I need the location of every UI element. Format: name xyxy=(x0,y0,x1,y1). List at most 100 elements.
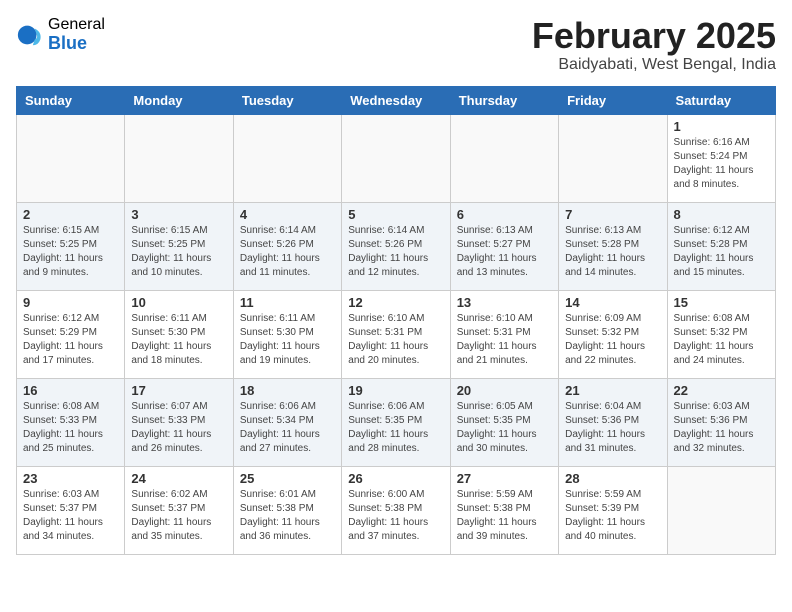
header: General Blue February 2025 Baidyabati, W… xyxy=(16,16,776,74)
day-info: Sunrise: 6:03 AM Sunset: 5:37 PM Dayligh… xyxy=(23,488,118,544)
calendar-cell: 12 Sunrise: 6:10 AM Sunset: 5:31 PM Dayli… xyxy=(342,290,450,378)
day-info: Sunrise: 6:12 AM Sunset: 5:28 PM Dayligh… xyxy=(674,224,769,280)
calendar-cell xyxy=(125,114,233,202)
day-info: Sunrise: 6:03 AM Sunset: 5:36 PM Dayligh… xyxy=(674,400,769,456)
day-number: 4 xyxy=(240,207,335,222)
calendar-cell: 1 Sunrise: 6:16 AM Sunset: 5:24 PM Daylig… xyxy=(667,114,775,202)
calendar-cell: 16 Sunrise: 6:08 AM Sunset: 5:33 PM Dayli… xyxy=(17,378,125,466)
day-info: Sunrise: 6:13 AM Sunset: 5:28 PM Dayligh… xyxy=(565,224,660,280)
day-number: 14 xyxy=(565,295,660,310)
calendar-cell: 5 Sunrise: 6:14 AM Sunset: 5:26 PM Daylig… xyxy=(342,202,450,290)
day-info: Sunrise: 6:15 AM Sunset: 5:25 PM Dayligh… xyxy=(23,224,118,280)
calendar-cell: 25 Sunrise: 6:01 AM Sunset: 5:38 PM Dayli… xyxy=(233,466,341,554)
day-info: Sunrise: 6:09 AM Sunset: 5:32 PM Dayligh… xyxy=(565,312,660,368)
day-number: 19 xyxy=(348,383,443,398)
calendar-cell: 24Sunrise: 6:02 AM Sunset: 5:37 PM Dayli… xyxy=(125,466,233,554)
logo-icon xyxy=(16,21,44,49)
day-info: Sunrise: 6:00 AM Sunset: 5:38 PM Dayligh… xyxy=(348,488,443,544)
day-number: 18 xyxy=(240,383,335,398)
day-info: Sunrise: 6:16 AM Sunset: 5:24 PM Dayligh… xyxy=(674,136,769,192)
col-header-monday: Monday xyxy=(125,86,233,114)
calendar-cell: 18 Sunrise: 6:06 AM Sunset: 5:34 PM Dayli… xyxy=(233,378,341,466)
day-info: Sunrise: 6:04 AM Sunset: 5:36 PM Dayligh… xyxy=(565,400,660,456)
calendar-cell: 3 Sunrise: 6:15 AM Sunset: 5:25 PM Daylig… xyxy=(125,202,233,290)
logo-general: General xyxy=(48,16,105,34)
col-header-tuesday: Tuesday xyxy=(233,86,341,114)
day-number: 23 xyxy=(23,471,118,486)
day-number: 16 xyxy=(23,383,118,398)
day-number: 21 xyxy=(565,383,660,398)
calendar-cell: 9Sunrise: 6:12 AM Sunset: 5:29 PM Daylig… xyxy=(17,290,125,378)
day-info: Sunrise: 6:01 AM Sunset: 5:38 PM Dayligh… xyxy=(240,488,335,544)
calendar-cell xyxy=(342,114,450,202)
day-number: 10 xyxy=(131,295,226,310)
calendar-cell: 28Sunrise: 5:59 AM Sunset: 5:39 PM Dayli… xyxy=(559,466,667,554)
calendar-cell: 13Sunrise: 6:10 AM Sunset: 5:31 PM Dayli… xyxy=(450,290,558,378)
calendar-cell: 14 Sunrise: 6:09 AM Sunset: 5:32 PM Dayli… xyxy=(559,290,667,378)
day-number: 13 xyxy=(457,295,552,310)
calendar-cell: 15Sunrise: 6:08 AM Sunset: 5:32 PM Dayli… xyxy=(667,290,775,378)
calendar-cell xyxy=(17,114,125,202)
calendar-cell xyxy=(667,466,775,554)
day-number: 11 xyxy=(240,295,335,310)
calendar-cell: 17 Sunrise: 6:07 AM Sunset: 5:33 PM Dayli… xyxy=(125,378,233,466)
day-number: 22 xyxy=(674,383,769,398)
col-header-saturday: Saturday xyxy=(667,86,775,114)
calendar-cell: 27Sunrise: 5:59 AM Sunset: 5:38 PM Dayli… xyxy=(450,466,558,554)
calendar-week-row: 23 Sunrise: 6:03 AM Sunset: 5:37 PM Dayli… xyxy=(17,466,776,554)
day-number: 8 xyxy=(674,207,769,222)
calendar-week-row: 2Sunrise: 6:15 AM Sunset: 5:25 PM Daylig… xyxy=(17,202,776,290)
calendar-cell: 2Sunrise: 6:15 AM Sunset: 5:25 PM Daylig… xyxy=(17,202,125,290)
day-info: Sunrise: 6:11 AM Sunset: 5:30 PM Dayligh… xyxy=(131,312,226,368)
calendar-week-row: 9Sunrise: 6:12 AM Sunset: 5:29 PM Daylig… xyxy=(17,290,776,378)
subtitle: Baidyabati, West Bengal, India xyxy=(532,56,776,74)
day-number: 20 xyxy=(457,383,552,398)
main-title: February 2025 xyxy=(532,16,776,56)
col-header-thursday: Thursday xyxy=(450,86,558,114)
calendar-cell: 23 Sunrise: 6:03 AM Sunset: 5:37 PM Dayli… xyxy=(17,466,125,554)
calendar-header-row: SundayMondayTuesdayWednesdayThursdayFrid… xyxy=(17,86,776,114)
col-header-friday: Friday xyxy=(559,86,667,114)
day-info: Sunrise: 6:15 AM Sunset: 5:25 PM Dayligh… xyxy=(131,224,226,280)
calendar-cell: 4 Sunrise: 6:14 AM Sunset: 5:26 PM Daylig… xyxy=(233,202,341,290)
day-number: 26 xyxy=(348,471,443,486)
day-info: Sunrise: 6:11 AM Sunset: 5:30 PM Dayligh… xyxy=(240,312,335,368)
day-info: Sunrise: 6:02 AM Sunset: 5:37 PM Dayligh… xyxy=(131,488,226,544)
day-info: Sunrise: 5:59 AM Sunset: 5:38 PM Dayligh… xyxy=(457,488,552,544)
day-info: Sunrise: 6:14 AM Sunset: 5:26 PM Dayligh… xyxy=(240,224,335,280)
logo-text: General Blue xyxy=(48,16,105,53)
day-info: Sunrise: 5:59 AM Sunset: 5:39 PM Dayligh… xyxy=(565,488,660,544)
day-info: Sunrise: 6:10 AM Sunset: 5:31 PM Dayligh… xyxy=(348,312,443,368)
calendar: SundayMondayTuesdayWednesdayThursdayFrid… xyxy=(16,86,776,555)
day-info: Sunrise: 6:08 AM Sunset: 5:32 PM Dayligh… xyxy=(674,312,769,368)
calendar-cell xyxy=(559,114,667,202)
calendar-cell: 26 Sunrise: 6:00 AM Sunset: 5:38 PM Dayli… xyxy=(342,466,450,554)
calendar-cell: 19Sunrise: 6:06 AM Sunset: 5:35 PM Dayli… xyxy=(342,378,450,466)
calendar-cell: 11 Sunrise: 6:11 AM Sunset: 5:30 PM Dayli… xyxy=(233,290,341,378)
day-info: Sunrise: 6:14 AM Sunset: 5:26 PM Dayligh… xyxy=(348,224,443,280)
calendar-cell: 8 Sunrise: 6:12 AM Sunset: 5:28 PM Daylig… xyxy=(667,202,775,290)
col-header-sunday: Sunday xyxy=(17,86,125,114)
day-number: 7 xyxy=(565,207,660,222)
calendar-cell: 7 Sunrise: 6:13 AM Sunset: 5:28 PM Daylig… xyxy=(559,202,667,290)
calendar-cell: 10 Sunrise: 6:11 AM Sunset: 5:30 PM Dayli… xyxy=(125,290,233,378)
day-info: Sunrise: 6:07 AM Sunset: 5:33 PM Dayligh… xyxy=(131,400,226,456)
day-number: 5 xyxy=(348,207,443,222)
calendar-cell: 20 Sunrise: 6:05 AM Sunset: 5:35 PM Dayli… xyxy=(450,378,558,466)
day-info: Sunrise: 6:05 AM Sunset: 5:35 PM Dayligh… xyxy=(457,400,552,456)
title-area: February 2025 Baidyabati, West Bengal, I… xyxy=(532,16,776,74)
day-number: 17 xyxy=(131,383,226,398)
day-number: 1 xyxy=(674,119,769,134)
day-number: 3 xyxy=(131,207,226,222)
day-number: 25 xyxy=(240,471,335,486)
calendar-week-row: 16 Sunrise: 6:08 AM Sunset: 5:33 PM Dayli… xyxy=(17,378,776,466)
day-number: 12 xyxy=(348,295,443,310)
day-number: 6 xyxy=(457,207,552,222)
day-info: Sunrise: 6:08 AM Sunset: 5:33 PM Dayligh… xyxy=(23,400,118,456)
calendar-cell xyxy=(450,114,558,202)
col-header-wednesday: Wednesday xyxy=(342,86,450,114)
calendar-cell xyxy=(233,114,341,202)
day-info: Sunrise: 6:06 AM Sunset: 5:34 PM Dayligh… xyxy=(240,400,335,456)
day-info: Sunrise: 6:12 AM Sunset: 5:29 PM Dayligh… xyxy=(23,312,118,368)
logo: General Blue xyxy=(16,16,105,53)
